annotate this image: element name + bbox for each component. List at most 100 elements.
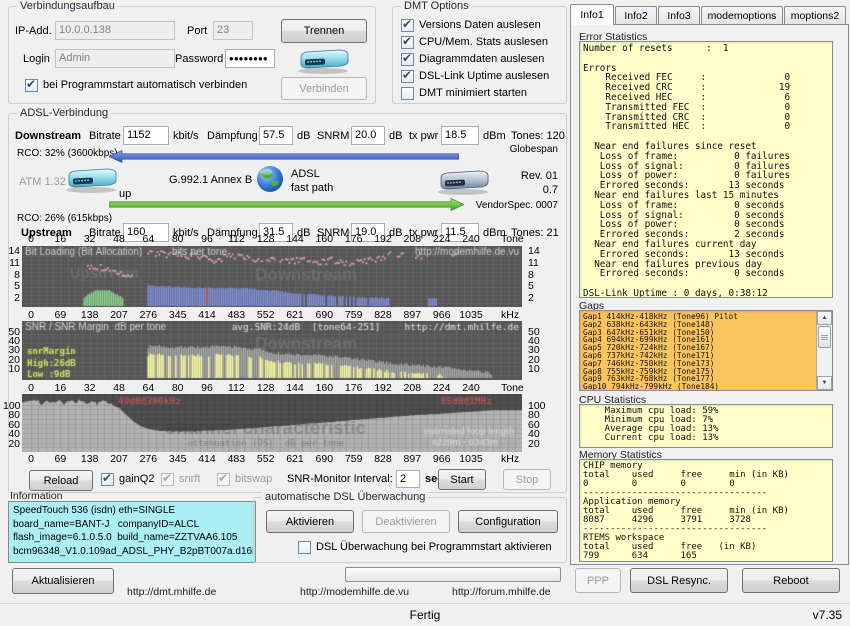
dbm-label: dBm	[483, 130, 506, 142]
deactivate-button[interactable]: Deaktivieren	[362, 510, 450, 533]
downstream-snrm-field[interactable]: 20.0	[351, 126, 385, 145]
downstream-bitrate-field[interactable]: 1152	[123, 126, 169, 145]
axis-tick: 138	[81, 309, 99, 321]
axis-tick: 0	[28, 382, 34, 394]
snr-interval-label: SNR-Monitor Interval:	[287, 473, 393, 485]
cpumem-checkbox[interactable]: ✔	[401, 36, 414, 49]
link-dmt[interactable]: http://dmt.mhilfe.de	[127, 586, 216, 598]
axis-tick: 69	[54, 309, 66, 321]
axis-tick: 176	[345, 382, 363, 394]
check-icon: ✔	[218, 471, 228, 485]
y-axis-label: 11	[3, 257, 20, 269]
graphs-area: 0163248648096112128144160176192208224240…	[9, 233, 566, 466]
axis-tick: 32	[84, 382, 96, 394]
scroll-up-icon[interactable]: ▲	[817, 311, 832, 325]
autoconnect-checkbox[interactable]: ✔	[25, 79, 38, 92]
axis-unit-label: kHz	[501, 309, 519, 321]
snrft-label: snrft	[179, 473, 200, 485]
ppp-button[interactable]: PPP	[575, 568, 621, 593]
configuration-button[interactable]: Configuration	[458, 510, 558, 533]
scrollbar-thumb[interactable]	[818, 326, 831, 348]
gaps-box: Gap1 414kHz-418kHz (Tone96) Pilot Gap2 6…	[579, 310, 833, 391]
vendorspec-label: VendorSpec. 0007	[476, 200, 558, 211]
axis-tick: 828	[374, 453, 392, 465]
information-box: SpeedTouch 536 (isdn) eth=SINGLE board_n…	[8, 501, 256, 563]
diagram-checkbox[interactable]: ✔	[401, 53, 414, 66]
port-field[interactable]: 23	[213, 21, 253, 40]
password-field[interactable]: ●●●●●●●●	[225, 49, 275, 68]
reload-button[interactable]: Reload	[29, 470, 93, 491]
gainq2-checkbox[interactable]: ✔	[101, 473, 114, 486]
axis-tick: 966	[433, 453, 451, 465]
axis-tick: 208	[404, 233, 422, 245]
axis-tick: 192	[374, 382, 392, 394]
y-axis-label: 8	[528, 269, 545, 281]
connection-groupbox: Verbindungsaufbau IP-Add. 10.0.0.138 Por…	[8, 6, 376, 104]
downstream-daempfung-field[interactable]: 57.5	[259, 126, 293, 145]
axis-tick: 0	[28, 309, 34, 321]
snrft-checkbox[interactable]: ✔	[161, 473, 174, 486]
axis-tick: 224	[433, 382, 451, 394]
khz-axis-3: 0691382072763454144835526216907598288979…	[9, 453, 566, 464]
downstream-label: Downstream	[15, 130, 81, 142]
connect-button[interactable]: Verbinden	[281, 77, 367, 100]
y-axis-label: 20	[3, 438, 20, 450]
vendor-label: Globespan	[510, 144, 558, 155]
dmt-options-groupbox: DMT Options ✔ Versions Daten auslesen ✔ …	[392, 6, 567, 104]
cpu-statistics-lines: Maximum cpu load: 59% Minimum cpu load: …	[583, 407, 832, 443]
adsl-title: ADSL-Verbindung	[17, 106, 111, 120]
link-forum[interactable]: http://forum.mhilfe.de	[452, 586, 551, 598]
check-icon: ✔	[102, 471, 112, 485]
tab-modemoptions[interactable]: modemoptions	[701, 6, 783, 25]
version-label: v7.35	[813, 608, 842, 622]
ip-field[interactable]: 10.0.0.138	[55, 21, 175, 40]
activate-button[interactable]: Aktivieren	[266, 510, 354, 533]
downstream-txpwr-field[interactable]: 18.5	[441, 126, 479, 145]
axis-tick: 345	[169, 453, 187, 465]
memory-statistics-lines: CHIP memory total used free min (in KB) …	[583, 462, 832, 561]
connection-title: Verbindungsaufbau	[17, 0, 118, 13]
link-modemhilfe[interactable]: http://modemhilfe.de.vu	[300, 586, 409, 598]
axis-tick: 64	[142, 233, 154, 245]
dsl-resync-button[interactable]: DSL Resync.	[630, 568, 728, 593]
axis-tick: 207	[110, 453, 128, 465]
reboot-button[interactable]: Reboot	[742, 568, 840, 593]
monitoring-autostart-checkbox[interactable]	[298, 541, 311, 554]
axis-tick: 483	[228, 309, 246, 321]
y-axis-label: 11	[528, 257, 545, 269]
axis-tick: 0	[28, 453, 34, 465]
tab-info3[interactable]: Info3	[658, 6, 700, 25]
stop-button[interactable]: Stop	[503, 469, 551, 490]
gaps-scrollbar[interactable]: ▲ ▼	[816, 311, 832, 390]
refresh-button[interactable]: Aktualisieren	[12, 568, 114, 594]
adsl-groupbox: ADSL-Verbindung Downstream Bitrate 1152 …	[8, 113, 567, 493]
uptime-checkbox[interactable]: ✔	[401, 70, 414, 83]
axis-tick: 144	[286, 382, 304, 394]
axis-tick: 48	[113, 233, 125, 245]
disconnect-button[interactable]: Trennen	[281, 19, 367, 43]
login-field[interactable]: Admin	[55, 49, 175, 68]
axis-tick: 414	[198, 309, 216, 321]
diagram-label: Diagrammdaten auslesen	[419, 53, 544, 65]
status-text: Fertig	[0, 608, 850, 622]
gainq2-label: gainQ2	[119, 473, 154, 485]
tab-info1[interactable]: Info1	[570, 4, 614, 25]
axis-tick: 48	[113, 382, 125, 394]
snr-interval-field[interactable]: 2	[396, 470, 420, 488]
axis-unit-label: Tone	[501, 233, 524, 245]
memory-statistics-box: CHIP memory total used free min (in KB) …	[579, 459, 833, 562]
minimized-checkbox[interactable]	[401, 87, 414, 100]
atm-label: ATM 1.32	[19, 176, 66, 188]
versions-checkbox[interactable]: ✔	[401, 19, 414, 32]
tone-axis-top: 0163248648096112128144160176192208224240…	[9, 233, 566, 244]
scroll-down-icon[interactable]: ▼	[817, 376, 832, 390]
check-icon: ✔	[162, 471, 172, 485]
standard-label: G.992.1 Annex B	[169, 174, 252, 186]
tab-info2[interactable]: Info2	[615, 6, 657, 25]
uptime-label: DSL-Link Uptime auslesen	[419, 70, 549, 82]
y-axis-label: 20	[528, 438, 545, 450]
bitswap-checkbox[interactable]: ✔	[217, 473, 230, 486]
start-button[interactable]: Start	[438, 469, 486, 490]
tab-moptions2[interactable]: moptions2	[784, 6, 846, 25]
axis-tick: 208	[404, 382, 422, 394]
